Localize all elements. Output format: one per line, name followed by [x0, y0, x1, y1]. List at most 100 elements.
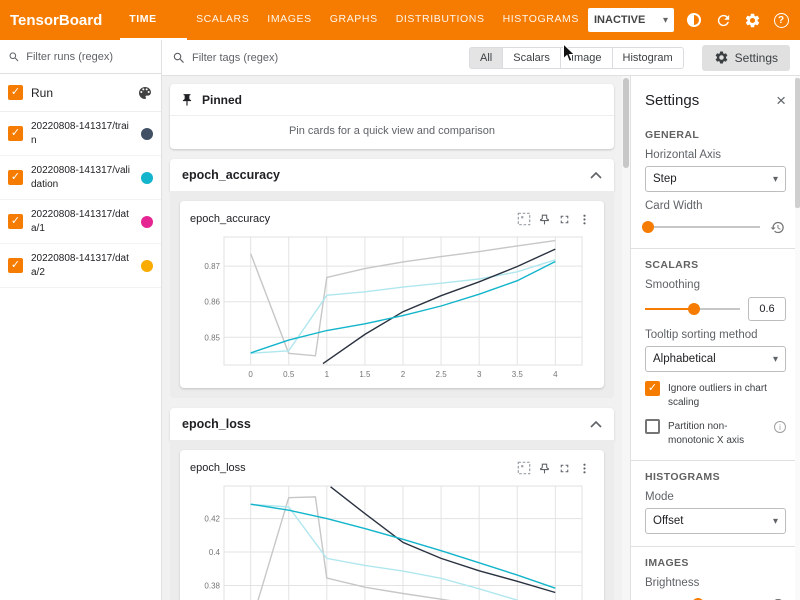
chevron-down-icon: ▾: [773, 516, 778, 527]
tag-toolbar: All Scalars Image Histogram Settings: [162, 40, 800, 76]
histogram-mode-value: Offset: [653, 515, 683, 527]
tag-type-filter: All Scalars Image Histogram: [469, 47, 684, 69]
svg-text:3: 3: [477, 370, 482, 379]
run-checkbox[interactable]: [8, 126, 23, 141]
image-toggle-icon[interactable]: [514, 209, 534, 229]
app-title: TensorBoard: [10, 12, 102, 29]
partition-x-axis-checkbox[interactable]: [645, 419, 660, 434]
svg-text:2.5: 2.5: [436, 370, 448, 379]
settings-panel: Settings × GENERAL Horizontal Axis Step …: [630, 76, 800, 600]
tab-images[interactable]: IMAGES: [258, 0, 320, 40]
epoch-loss-chart[interactable]: 00.511.522.533.540.360.380.40.42: [190, 480, 594, 600]
svg-text:0: 0: [248, 370, 253, 379]
reset-icon[interactable]: [768, 218, 786, 236]
select-all-runs-checkbox[interactable]: [8, 85, 23, 100]
pinned-title: Pinned: [202, 93, 242, 107]
run-checkbox[interactable]: [8, 170, 23, 185]
run-checkbox[interactable]: [8, 214, 23, 229]
tab-graphs[interactable]: GRAPHS: [321, 0, 387, 40]
search-icon: [8, 50, 20, 64]
pin-icon[interactable]: [534, 209, 554, 229]
tab-scalars[interactable]: SCALARS: [187, 0, 258, 40]
card-width-slider[interactable]: [645, 220, 760, 234]
tab-histograms[interactable]: HISTOGRAMS: [494, 0, 588, 40]
settings-button[interactable]: Settings: [702, 45, 790, 71]
run-color-dot[interactable]: [141, 260, 153, 272]
chip-all[interactable]: All: [469, 47, 503, 69]
scalars-section-header: SCALARS: [645, 259, 786, 271]
pin-icon[interactable]: [534, 458, 554, 478]
refresh-icon[interactable]: [714, 11, 732, 29]
card-width-label: Card Width: [645, 200, 786, 212]
smoothing-label: Smoothing: [645, 279, 786, 291]
svg-text:1: 1: [325, 370, 330, 379]
run-row-train[interactable]: 20220808-141317/train: [0, 112, 161, 156]
tab-distributions[interactable]: DISTRIBUTIONS: [387, 0, 494, 40]
section-header[interactable]: epoch_loss: [170, 408, 614, 440]
tensorboard-app: TensorBoard TIME SERIES SCALARS IMAGES G…: [0, 0, 800, 600]
tooltip-sorting-value: Alphabetical: [653, 353, 716, 365]
settings-button-label: Settings: [735, 51, 778, 65]
horizontal-axis-label: Horizontal Axis: [645, 149, 786, 161]
chevron-down-icon: ▾: [773, 174, 778, 185]
chip-histogram[interactable]: Histogram: [613, 47, 684, 69]
pinned-empty-message: Pin cards for a quick view and compariso…: [170, 116, 614, 149]
histogram-mode-select[interactable]: Offset ▾: [645, 508, 786, 534]
section-title: epoch_accuracy: [182, 168, 280, 182]
tab-time-series[interactable]: TIME SERIES: [120, 0, 187, 40]
ignore-outliers-checkbox[interactable]: [645, 381, 660, 396]
run-label: 20220808-141317/data/2: [31, 252, 133, 279]
svg-text:3.5: 3.5: [512, 370, 524, 379]
settings-scrollbar[interactable]: [795, 76, 800, 600]
pinned-section: Pinned Pin cards for a quick view and co…: [170, 84, 614, 149]
run-row-validation[interactable]: 20220808-141317/validation: [0, 156, 161, 200]
smoothing-value-input[interactable]: [748, 297, 786, 321]
run-filter-input[interactable]: [26, 51, 153, 63]
epoch-accuracy-chart[interactable]: 00.511.522.533.540.850.860.87: [190, 231, 594, 384]
partition-x-axis-option[interactable]: Partition non-monotonic X axis i: [645, 419, 786, 448]
run-color-dot[interactable]: [141, 172, 153, 184]
app-header: TensorBoard TIME SERIES SCALARS IMAGES G…: [0, 0, 800, 40]
run-label: 20220808-141317/train: [31, 120, 133, 147]
close-icon[interactable]: ×: [776, 94, 786, 108]
runs-sidebar: Run 20220808-141317/train 20220808-14131…: [0, 40, 162, 600]
tooltip-sorting-select[interactable]: Alphabetical ▾: [645, 346, 786, 372]
fullscreen-icon[interactable]: [554, 458, 574, 478]
run-color-dot[interactable]: [141, 128, 153, 140]
palette-icon[interactable]: [137, 85, 153, 101]
section-header[interactable]: epoch_accuracy: [170, 159, 614, 191]
reset-icon[interactable]: [768, 595, 786, 600]
chart-card-epoch-accuracy: epoch_accuracy 00.511.522.533.540.850.86…: [180, 201, 604, 388]
more-options-icon[interactable]: [574, 458, 594, 478]
run-color-dot[interactable]: [141, 216, 153, 228]
image-toggle-icon[interactable]: [514, 458, 534, 478]
help-icon[interactable]: ?: [772, 11, 790, 29]
reload-status-dropdown[interactable]: INACTIVE ▾: [588, 8, 674, 32]
run-label: 20220808-141317/validation: [31, 164, 133, 191]
ignore-outliers-option[interactable]: Ignore outliers in chart scaling: [645, 381, 786, 410]
chevron-down-icon: ▾: [663, 15, 668, 26]
info-icon[interactable]: i: [774, 421, 786, 433]
chevron-up-icon[interactable]: [590, 171, 602, 179]
run-checkbox[interactable]: [8, 258, 23, 273]
gear-icon[interactable]: [743, 11, 761, 29]
tag-filter-input[interactable]: [192, 52, 342, 64]
fullscreen-icon[interactable]: [554, 209, 574, 229]
svg-text:0.5: 0.5: [283, 370, 295, 379]
run-row-data-2[interactable]: 20220808-141317/data/2: [0, 244, 161, 288]
search-icon: [172, 51, 186, 65]
run-row-data-1[interactable]: 20220808-141317/data/1: [0, 200, 161, 244]
chevron-up-icon[interactable]: [590, 420, 602, 428]
main-scrollbar[interactable]: [622, 76, 630, 600]
header-controls: INACTIVE ▾ ?: [588, 8, 790, 32]
horizontal-axis-select[interactable]: Step ▾: [645, 166, 786, 192]
svg-text:4: 4: [553, 370, 558, 379]
chip-image[interactable]: Image: [561, 47, 613, 69]
chevron-down-icon: ▾: [773, 354, 778, 365]
smoothing-slider[interactable]: [645, 302, 740, 316]
more-options-icon[interactable]: [574, 209, 594, 229]
chip-scalars[interactable]: Scalars: [503, 47, 561, 69]
general-section-header: GENERAL: [645, 129, 786, 141]
images-section-header: IMAGES: [645, 557, 786, 569]
theme-toggle-icon[interactable]: [685, 11, 703, 29]
